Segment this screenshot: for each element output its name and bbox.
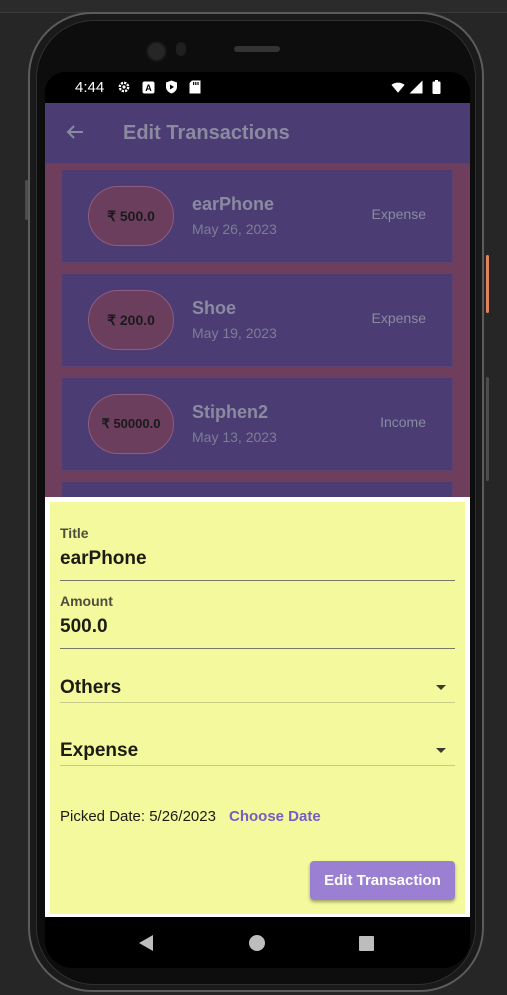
a-notification-icon: A xyxy=(141,80,155,94)
battery-icon xyxy=(429,80,443,94)
transaction-type: Expense xyxy=(371,310,426,326)
transaction-card[interactable]: ₹ 500.0 earPhone May 26, 2023 Expense xyxy=(61,169,453,263)
transaction-title: Shoe xyxy=(192,298,237,318)
amount-badge: ₹ 50000.0 xyxy=(88,394,174,454)
proximity-sensor xyxy=(176,42,186,56)
side-button xyxy=(25,180,28,220)
nav-recents-icon[interactable] xyxy=(359,936,374,951)
type-selected: Expense xyxy=(60,740,139,761)
transaction-date: May 26, 2023 xyxy=(192,221,277,237)
wifi-icon xyxy=(391,80,405,94)
edit-bottom-sheet: Title earPhone Amount 500.0 Others Expen… xyxy=(45,497,470,917)
earpiece-speaker xyxy=(234,46,280,52)
volume-button[interactable] xyxy=(486,377,489,481)
edit-form: Title earPhone Amount 500.0 Others Expen… xyxy=(50,502,465,914)
front-camera xyxy=(146,41,167,62)
choose-date-button[interactable]: Choose Date xyxy=(229,808,321,825)
status-bar: 4:44 A xyxy=(45,72,470,103)
transaction-date: May 13, 2023 xyxy=(192,429,277,445)
transaction-type: Expense xyxy=(371,206,426,222)
sd-card-icon xyxy=(188,80,202,94)
title-field-underline xyxy=(60,580,455,581)
nav-back-icon[interactable] xyxy=(139,935,153,951)
title-field[interactable]: earPhone xyxy=(60,548,147,570)
shield-icon xyxy=(164,80,178,94)
transaction-list: ₹ 500.0 earPhone May 26, 2023 Expense ₹ … xyxy=(45,163,470,521)
nav-home-icon[interactable] xyxy=(249,935,265,951)
transaction-date: May 19, 2023 xyxy=(192,325,277,341)
chevron-down-icon xyxy=(436,748,446,753)
settings-icon xyxy=(117,80,131,94)
svg-text:A: A xyxy=(145,83,152,93)
power-button[interactable] xyxy=(486,255,489,313)
category-selected: Others xyxy=(60,677,122,698)
cell-signal-icon xyxy=(409,80,423,94)
title-field-label: Title xyxy=(60,525,89,541)
page-title: Edit Transactions xyxy=(123,122,290,144)
navigation-bar xyxy=(45,917,470,968)
transaction-type: Income xyxy=(380,414,426,430)
category-dropdown[interactable]: Others xyxy=(60,670,455,704)
amount-field[interactable]: 500.0 xyxy=(60,616,108,638)
status-time: 4:44 xyxy=(75,79,105,96)
edit-transaction-button[interactable]: Edit Transaction xyxy=(310,861,455,900)
transaction-title: Stiphen2 xyxy=(192,402,269,422)
transaction-card[interactable]: ₹ 50000.0 Stiphen2 May 13, 2023 Income xyxy=(61,377,453,471)
amount-badge: ₹ 500.0 xyxy=(88,186,174,246)
amount-field-underline xyxy=(60,648,455,649)
amount-field-label: Amount xyxy=(60,593,113,609)
category-underline xyxy=(60,702,455,703)
picked-date-text: Picked Date: 5/26/2023 xyxy=(60,808,216,825)
type-underline xyxy=(60,765,455,766)
device-screen: 4:44 A Edit Transactions ₹ 500.0 earPhon… xyxy=(45,72,470,968)
amount-badge: ₹ 200.0 xyxy=(88,290,174,350)
type-dropdown[interactable]: Expense xyxy=(60,733,455,767)
transaction-title: earPhone xyxy=(192,194,275,214)
chevron-down-icon xyxy=(436,685,446,690)
transaction-card[interactable]: ₹ 200.0 Shoe May 19, 2023 Expense xyxy=(61,273,453,367)
arrow-back-icon[interactable] xyxy=(63,120,87,144)
app-bar: Edit Transactions xyxy=(45,103,470,163)
